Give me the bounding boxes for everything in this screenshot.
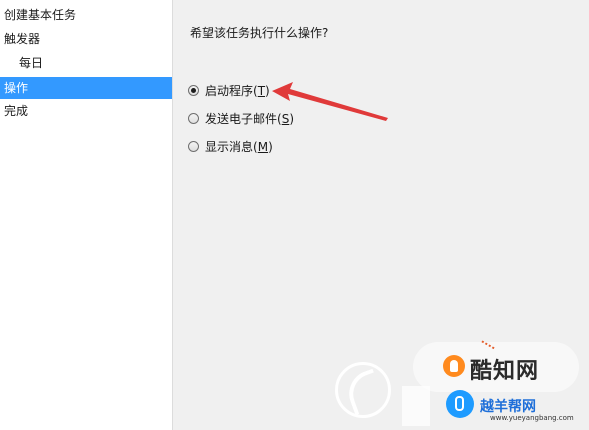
watermark-swirl-logo-icon bbox=[335, 362, 391, 418]
watermark-logo2-icon bbox=[446, 390, 474, 418]
action-question: 希望该任务执行什么操作? bbox=[190, 26, 329, 40]
watermark-logo-icon bbox=[443, 355, 465, 377]
nav-item-trigger[interactable]: 触发器 bbox=[0, 28, 172, 50]
option-start-program[interactable]: 启动程序(T) bbox=[188, 81, 270, 99]
radio-send-email[interactable] bbox=[188, 112, 199, 124]
watermark-brand2: 越羊帮网 bbox=[480, 399, 536, 415]
option-send-email-label: 发送电子邮件(S) bbox=[205, 111, 295, 126]
nav-item-finish[interactable]: 完成 bbox=[0, 100, 172, 122]
task-wizard-window: 创建基本任务 触发器 每日 操作 完成 希望该任务执行什么操作? 启动程序(T)… bbox=[0, 0, 589, 430]
radio-start-program[interactable] bbox=[188, 84, 199, 96]
option-show-message[interactable]: 显示消息(M) bbox=[188, 137, 273, 155]
watermark-url: www.yueyangbang.com bbox=[490, 414, 574, 422]
nav-item-action[interactable]: 操作 bbox=[0, 77, 172, 99]
radio-show-message[interactable] bbox=[188, 140, 199, 152]
watermark-brand: 酷知网 bbox=[470, 359, 540, 384]
nav-item-daily[interactable]: 每日 bbox=[0, 52, 172, 74]
nav-item-create-basic-task[interactable]: 创建基本任务 bbox=[0, 4, 172, 26]
watermark-fragment bbox=[402, 386, 430, 426]
wizard-nav-pane: 创建基本任务 触发器 每日 操作 完成 bbox=[0, 0, 173, 430]
option-show-message-label: 显示消息(M) bbox=[205, 139, 273, 154]
option-send-email[interactable]: 发送电子邮件(S) bbox=[188, 109, 294, 127]
option-start-program-label: 启动程序(T) bbox=[205, 83, 270, 98]
